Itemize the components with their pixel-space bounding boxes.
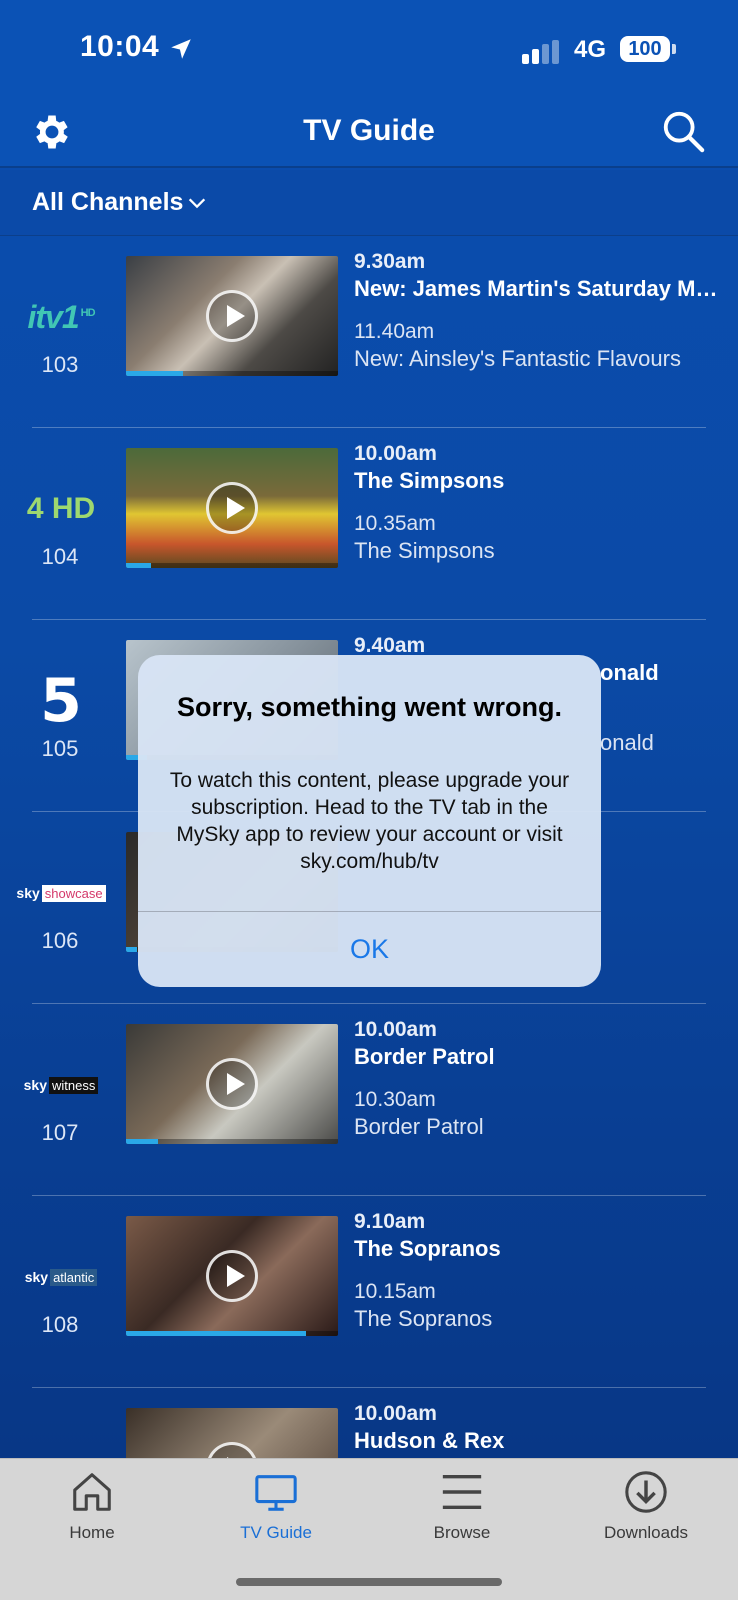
current-programme: Border Patrol bbox=[354, 1044, 495, 1069]
channel4-hd-logo: 4 HD bbox=[14, 484, 108, 534]
current-time: 10.00am bbox=[354, 1402, 437, 1425]
tab-label: Downloads bbox=[603, 1523, 689, 1542]
menu-lines-icon bbox=[442, 1474, 482, 1510]
progress-bar bbox=[126, 371, 184, 376]
channel5-logo: 5 bbox=[14, 666, 108, 736]
programme-thumbnail[interactable] bbox=[126, 1216, 338, 1336]
current-time: 10.00am bbox=[354, 442, 437, 465]
progress-bar bbox=[126, 563, 152, 568]
tab-tv-guide[interactable]: TV Guide bbox=[206, 1469, 346, 1559]
channel-row[interactable]: 4 HD 104 10.00am The Simpsons 10.35am Th… bbox=[0, 428, 738, 620]
battery-icon: 100 bbox=[620, 36, 670, 62]
logo-text: sky bbox=[24, 1269, 49, 1285]
sky-showcase-logo: sky showcase bbox=[14, 868, 108, 918]
logo-tag: atlantic bbox=[50, 1269, 98, 1286]
play-icon[interactable] bbox=[206, 290, 258, 342]
tab-label: Home bbox=[69, 1523, 115, 1542]
play-icon[interactable] bbox=[206, 482, 258, 534]
logo-tag: witness bbox=[49, 1077, 99, 1094]
tab-label: TV Guide bbox=[240, 1523, 312, 1542]
logo-text: sky bbox=[23, 1077, 47, 1093]
ok-button[interactable]: OK bbox=[138, 912, 601, 987]
error-dialog: Sorry, something went wrong. To watch th… bbox=[138, 655, 601, 987]
progress-track bbox=[126, 1139, 338, 1144]
next-programme: Border Patrol bbox=[354, 1114, 484, 1139]
current-time: 9.10am bbox=[354, 1210, 426, 1233]
app-header: TV Guide bbox=[0, 100, 738, 168]
progress-bar bbox=[126, 947, 137, 952]
logo-text: 5 bbox=[40, 666, 82, 736]
channel-row[interactable]: sky atlantic 108 9.10am The Sopranos 10.1… bbox=[0, 1196, 738, 1388]
current-programme: The Simpsons bbox=[354, 468, 505, 493]
current-programme: onald bbox=[600, 660, 659, 685]
channel-row[interactable]: sky witness 107 10.00am Border Patrol 10.… bbox=[0, 1004, 738, 1196]
next-programme: New: Ainsley's Fantastic Flavours bbox=[354, 346, 681, 371]
current-time: 9.30am bbox=[354, 250, 426, 273]
current-programme: New: James Martin's Saturday Morning bbox=[354, 276, 718, 301]
channel-row[interactable]: itv1 HD 103 9.30am New: James Martin's Sa… bbox=[0, 236, 738, 428]
logo-text: 4 HD bbox=[26, 492, 96, 525]
tv-icon bbox=[255, 1475, 297, 1511]
dialog-message: To watch this content, please upgrade yo… bbox=[169, 769, 570, 873]
channel-number: 103 bbox=[41, 352, 79, 377]
next-time: 11.40am bbox=[354, 320, 435, 343]
chevron-down-icon bbox=[188, 198, 206, 209]
itv1-logo: itv1 HD bbox=[14, 292, 108, 342]
page-title: TV Guide bbox=[303, 114, 435, 147]
sky-witness-logo: sky witness bbox=[14, 1060, 108, 1110]
current-programme: The Sopranos bbox=[354, 1236, 501, 1261]
next-time: 10.35am bbox=[354, 512, 436, 535]
progress-bar bbox=[126, 1139, 158, 1144]
channel-row[interactable]: 10.00am Hudson & Rex bbox=[0, 1388, 738, 1458]
programme-thumbnail[interactable] bbox=[126, 448, 338, 568]
channel-number: 105 bbox=[41, 736, 79, 761]
tab-home[interactable]: Home bbox=[22, 1469, 162, 1559]
progress-bar bbox=[126, 1331, 307, 1336]
location-arrow-icon bbox=[171, 39, 191, 59]
tab-label: Browse bbox=[433, 1523, 491, 1542]
tab-downloads[interactable]: Downloads bbox=[576, 1469, 716, 1559]
channel-filter-label: All Channels bbox=[32, 188, 184, 216]
next-time: 10.15am bbox=[354, 1280, 436, 1303]
channel-number: 104 bbox=[41, 544, 79, 569]
next-time: 10.30am bbox=[354, 1088, 436, 1111]
home-indicator bbox=[236, 1578, 502, 1586]
search-icon[interactable] bbox=[660, 108, 706, 154]
channel-number: 108 bbox=[41, 1312, 79, 1337]
programme-thumbnail[interactable] bbox=[126, 256, 338, 376]
current-programme: Hudson & Rex bbox=[354, 1428, 505, 1453]
download-icon bbox=[625, 1471, 667, 1513]
tab-browse[interactable]: Browse bbox=[392, 1469, 532, 1559]
logo-text: sky bbox=[16, 885, 40, 901]
status-time: 10:04 bbox=[80, 30, 160, 63]
sky-atlantic-logo: sky atlantic bbox=[14, 1252, 108, 1302]
logo-tag: showcase bbox=[41, 885, 106, 902]
channel-number: 106 bbox=[41, 928, 79, 953]
programme-thumbnail[interactable] bbox=[126, 1408, 338, 1458]
progress-track bbox=[126, 563, 338, 568]
dialog-title: Sorry, something went wrong. bbox=[176, 692, 563, 722]
next-programme: The Simpsons bbox=[354, 538, 495, 563]
channel-filter[interactable]: All Channels bbox=[0, 170, 738, 236]
play-icon[interactable] bbox=[206, 1250, 258, 1302]
battery-tip bbox=[672, 44, 676, 54]
current-time: 10.00am bbox=[354, 1018, 437, 1041]
next-programme: onald bbox=[600, 730, 654, 755]
status-bar: 10:04 4G 100 bbox=[0, 0, 738, 100]
play-icon[interactable] bbox=[206, 1058, 258, 1110]
network-label: 4G bbox=[574, 36, 607, 63]
logo-sub: HD bbox=[80, 306, 96, 319]
programme-thumbnail[interactable] bbox=[126, 1024, 338, 1144]
house-icon bbox=[73, 1473, 111, 1511]
channel-number: 107 bbox=[41, 1120, 79, 1145]
next-programme: The Sopranos bbox=[354, 1306, 493, 1331]
logo-text: itv1 bbox=[27, 298, 79, 335]
signal-icon bbox=[522, 40, 559, 64]
